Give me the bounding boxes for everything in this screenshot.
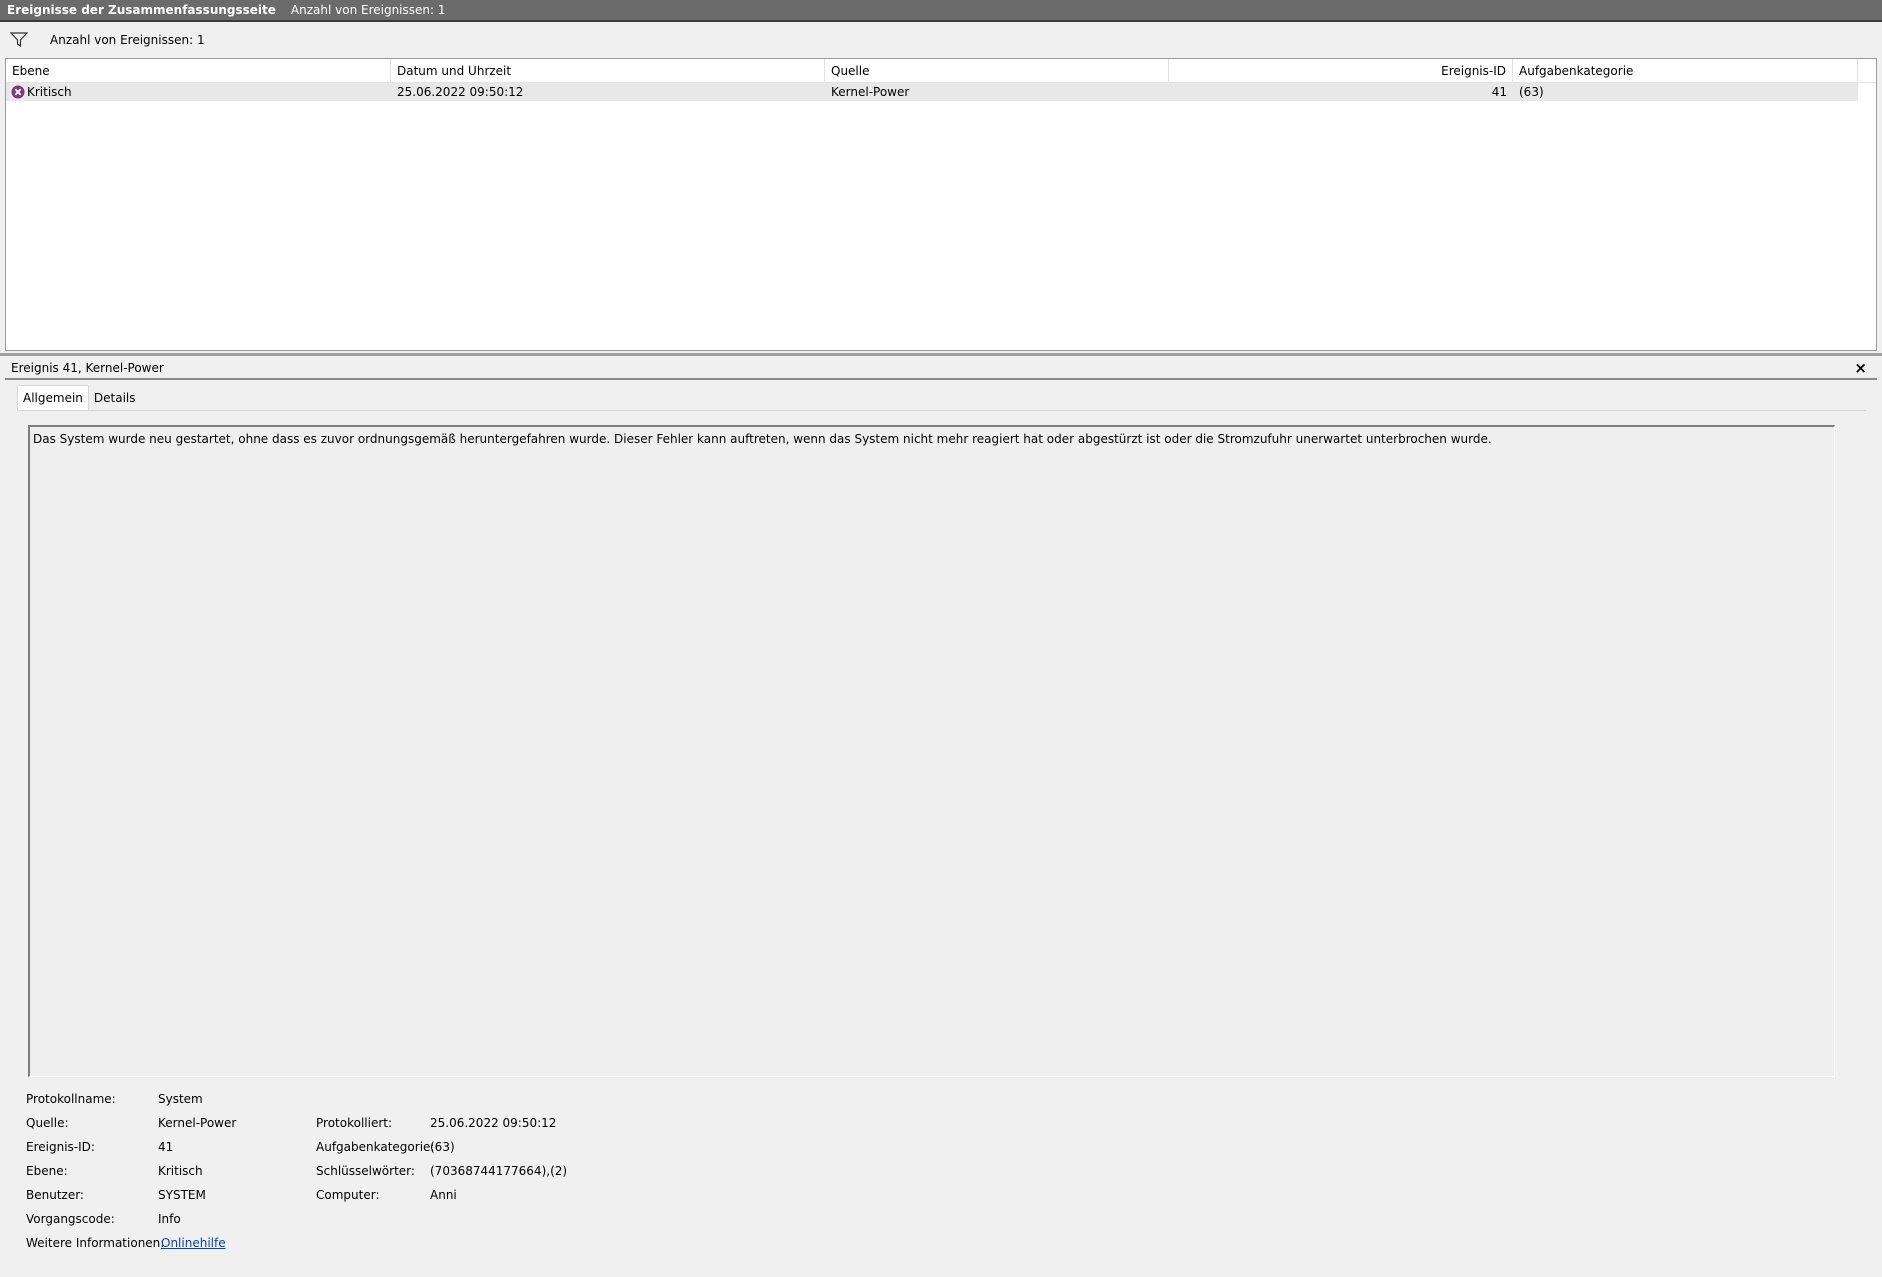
keywords-value: (70368744177664),(2) — [430, 1164, 568, 1178]
event-id-label: Ereignis-ID: — [26, 1140, 95, 1154]
cell-event-id: 41 — [1491, 85, 1507, 99]
computer-value: Anni — [430, 1188, 457, 1202]
detail-title: Ereignis 41, Kernel-Power — [11, 361, 164, 375]
event-grid: Ebene Datum und Uhrzeit Quelle Ereignis-… — [5, 58, 1877, 351]
tab-details[interactable]: Details — [89, 386, 141, 410]
event-description[interactable]: Das System wurde neu gestartet, ohne das… — [28, 425, 1835, 1077]
funnel-icon[interactable] — [10, 32, 28, 48]
detail-tabs: Allgemein Details — [17, 385, 141, 410]
user-value: SYSTEM — [158, 1188, 206, 1202]
logged-value: 25.06.2022 09:50:12 — [430, 1116, 557, 1130]
cell-task-category: (63) — [1519, 85, 1544, 99]
more-info-label: Weitere Informationen: — [26, 1236, 165, 1250]
online-help-link[interactable]: Onlinehilfe — [161, 1235, 226, 1251]
column-header-datetime[interactable]: Datum und Uhrzeit — [391, 59, 825, 83]
column-header-task-category[interactable]: Aufgabenkategorie — [1513, 59, 1858, 83]
critical-icon — [11, 85, 25, 99]
table-row[interactable]: Kritisch 25.06.2022 09:50:12 Kernel-Powe… — [6, 83, 1858, 101]
source-label: Quelle: — [26, 1116, 69, 1130]
task-category-label: Aufgabenkategorie: — [316, 1140, 435, 1154]
log-name-value: System — [158, 1092, 203, 1106]
summary-header: Ereignisse der Zusammenfassungsseite Anz… — [0, 0, 1882, 22]
column-header-event-id[interactable]: Ereignis-ID — [1169, 59, 1513, 83]
cell-level-text: Kritisch — [27, 85, 72, 99]
source-value: Kernel-Power — [158, 1116, 237, 1130]
level-value: Kritisch — [158, 1164, 203, 1178]
event-id-value: 41 — [158, 1140, 174, 1154]
task-category-value: (63) — [430, 1140, 455, 1154]
log-name-label: Protokollname: — [26, 1092, 116, 1106]
opcode-label: Vorgangscode: — [26, 1212, 115, 1226]
user-label: Benutzer: — [26, 1188, 84, 1202]
column-header-level[interactable]: Ebene — [6, 59, 391, 83]
logged-label: Protokolliert: — [316, 1116, 393, 1130]
keywords-label: Schlüsselwörter: — [316, 1164, 415, 1178]
level-label: Ebene: — [26, 1164, 68, 1178]
cell-datetime: 25.06.2022 09:50:12 — [397, 85, 524, 99]
filter-event-count: Anzahl von Ereignissen: 1 — [50, 33, 205, 47]
cell-source: Kernel-Power — [831, 85, 910, 99]
tab-general[interactable]: Allgemein — [17, 385, 89, 410]
filter-bar: Anzahl von Ereignissen: 1 — [0, 25, 1882, 55]
cell-level: Kritisch — [6, 83, 391, 101]
opcode-value: Info — [158, 1212, 181, 1226]
close-button[interactable]: × — [1854, 359, 1867, 377]
pane-splitter[interactable] — [0, 353, 1882, 356]
computer-label: Computer: — [316, 1188, 380, 1202]
detail-header: Ereignis 41, Kernel-Power × — [5, 358, 1877, 380]
summary-event-count: Anzahl von Ereignissen: 1 — [290, 3, 446, 17]
summary-title: Ereignisse der Zusammenfassungsseite — [7, 3, 276, 17]
grid-header: Ebene Datum und Uhrzeit Quelle Ereignis-… — [6, 59, 1876, 83]
column-header-source[interactable]: Quelle — [825, 59, 1169, 83]
